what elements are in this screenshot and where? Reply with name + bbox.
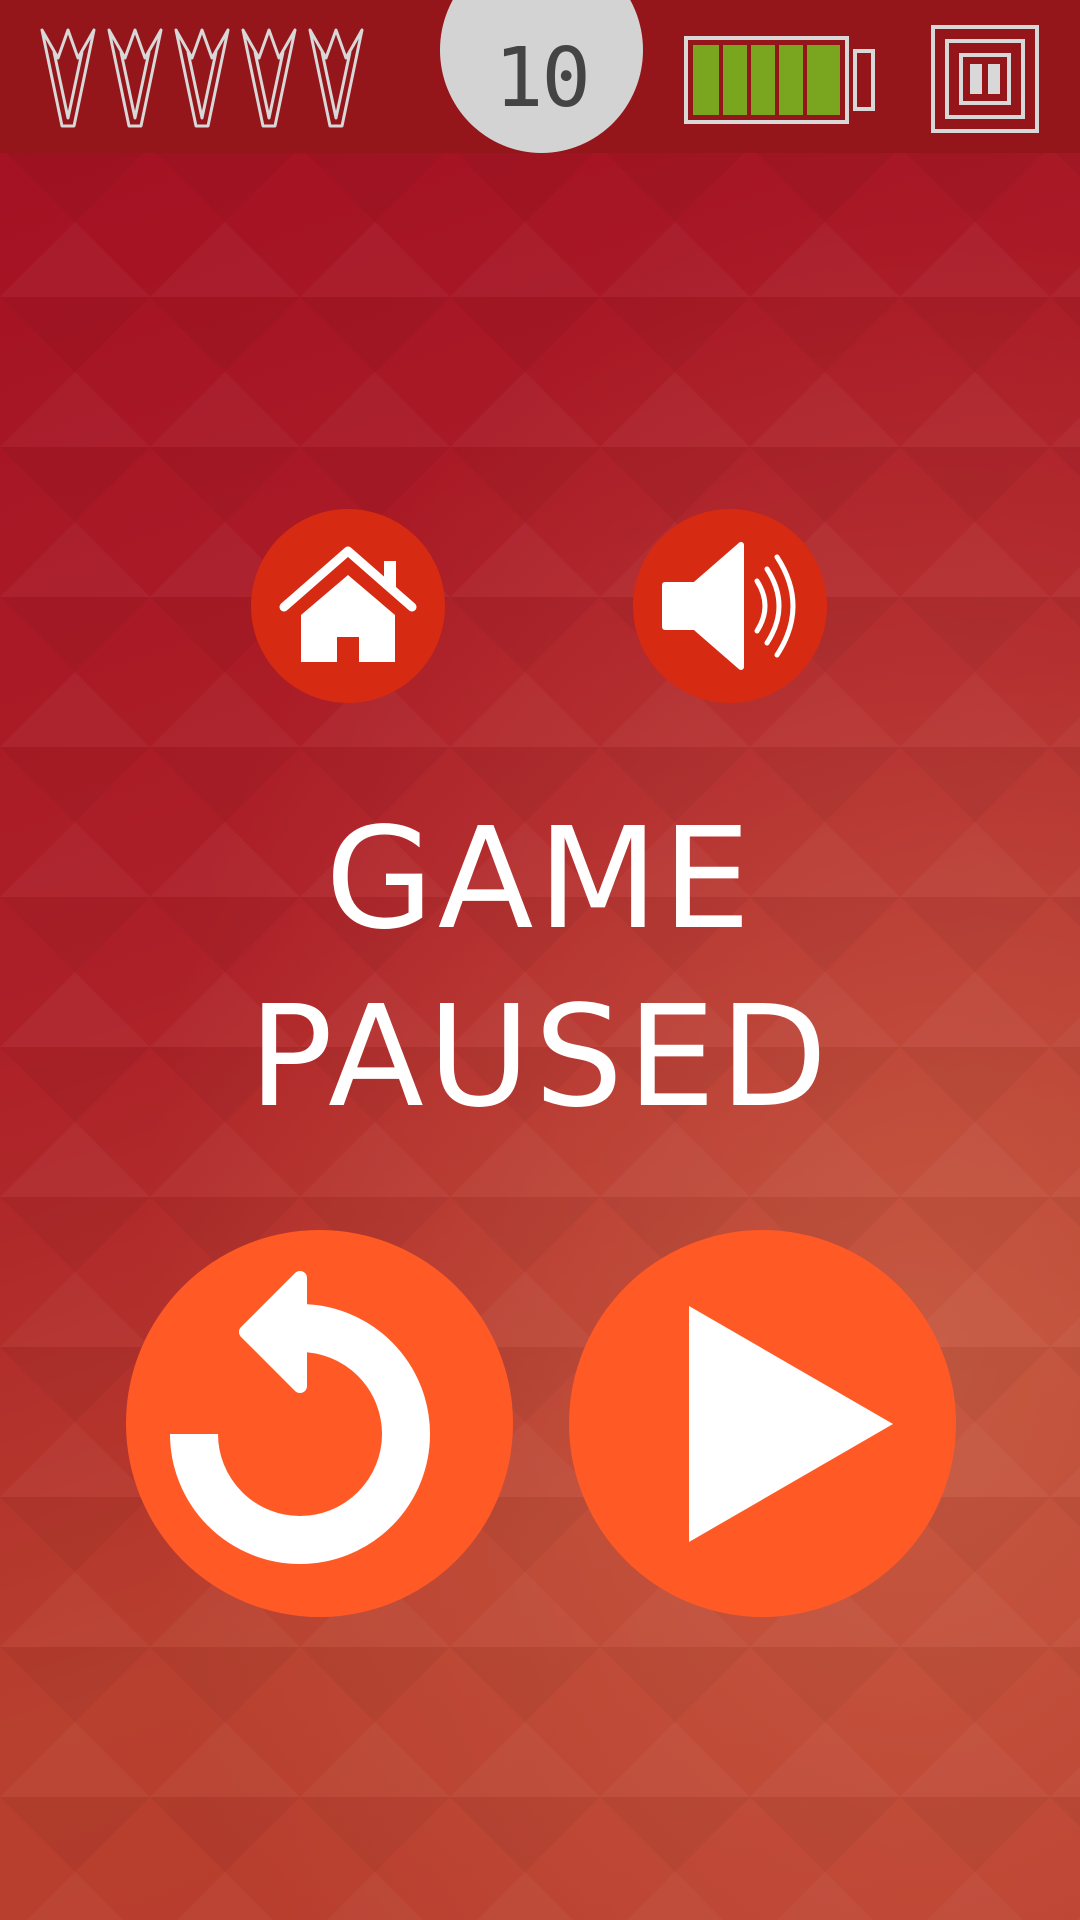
pause-icon <box>970 64 1000 94</box>
restart-button[interactable] <box>126 1230 513 1617</box>
restart-icon <box>170 1271 430 1564</box>
score-badge: 10 <box>440 0 643 153</box>
pause-button[interactable] <box>930 24 1040 134</box>
home-icon <box>279 546 417 662</box>
score-value: 10 <box>494 31 591 126</box>
speaker-on-icon <box>662 542 796 670</box>
dart-icon <box>40 28 96 128</box>
pause-title-line1: GAME <box>325 798 755 961</box>
sound-toggle-button[interactable] <box>633 509 827 703</box>
play-icon <box>689 1306 893 1542</box>
lives-indicator <box>40 28 364 128</box>
battery-meter <box>684 36 875 124</box>
pause-title-line2: PAUSED <box>248 976 832 1139</box>
resume-play-button[interactable] <box>569 1230 956 1617</box>
top-hud-bar: 10 <box>0 0 1080 153</box>
home-button[interactable] <box>251 509 445 703</box>
